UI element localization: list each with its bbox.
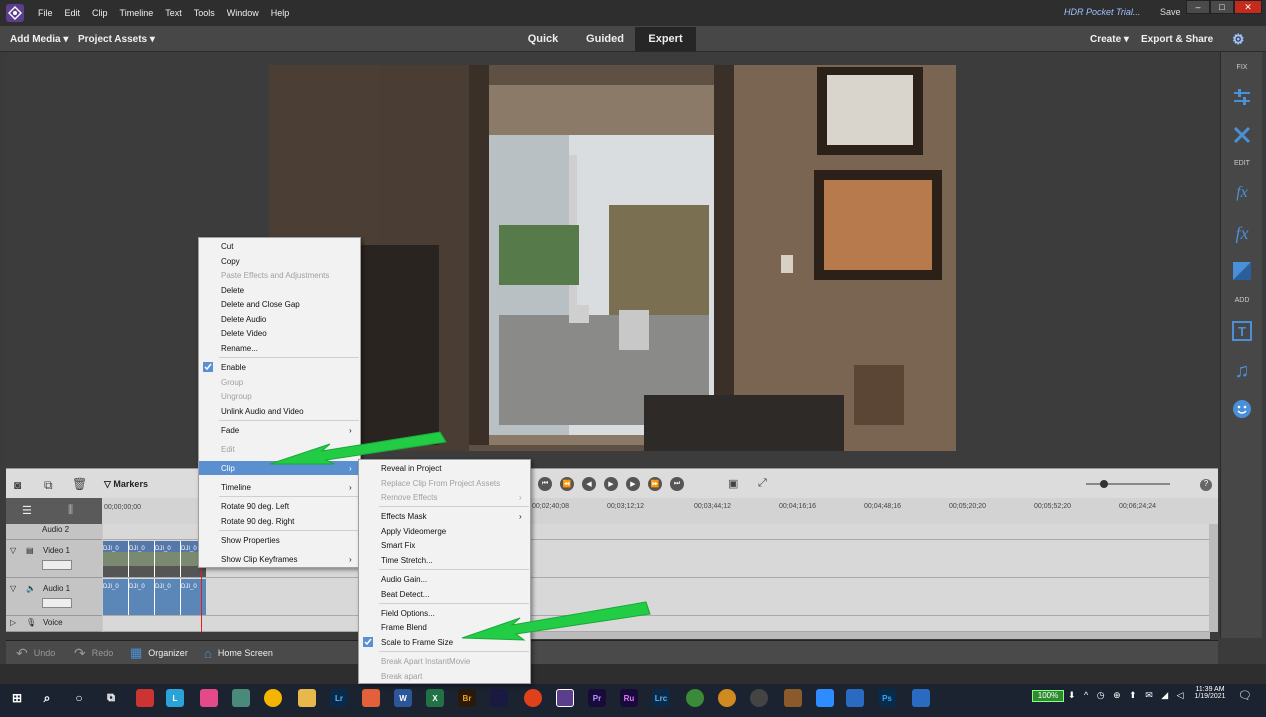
green-arrow-icon — [269, 431, 447, 465]
annotation-overlay — [269, 431, 651, 641]
green-arrow-icon — [461, 601, 651, 641]
